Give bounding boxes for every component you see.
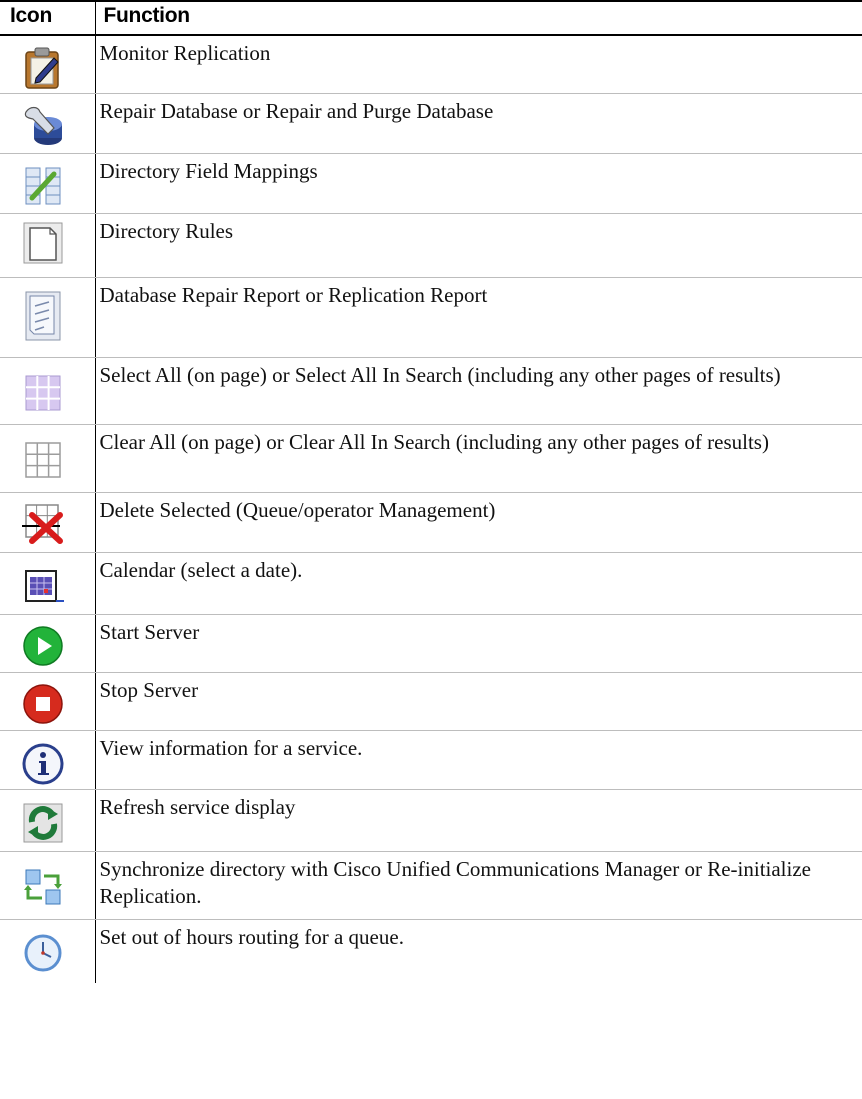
icon-function-table: Icon Function Monitor Replication Repair… (0, 0, 862, 983)
delete-grid-icon (22, 503, 63, 544)
table-row: Stop Server (0, 672, 862, 731)
table-row: Synchronize directory with Cisco Unified… (0, 851, 862, 920)
function-label: Calendar (select a date). (95, 552, 862, 615)
function-label: Directory Rules (95, 213, 862, 278)
table-header-row: Icon Function (0, 0, 862, 36)
function-label: Repair Database or Repair and Purge Data… (95, 93, 862, 154)
table-row: Delete Selected (Queue/operator Manageme… (0, 492, 862, 553)
table-row: Directory Field Mappings (0, 153, 862, 214)
column-header-icon: Icon (0, 0, 96, 36)
table-row: Directory Rules (0, 213, 862, 278)
stop-icon (23, 683, 63, 724)
table-row: Monitor Replication (0, 35, 862, 94)
function-label: Delete Selected (Queue/operator Manageme… (95, 492, 862, 553)
field-mapping-icon (25, 167, 61, 204)
table-row: Repair Database or Repair and Purge Data… (0, 93, 862, 154)
table-row: Refresh service display (0, 789, 862, 852)
function-label: View information for a service. (95, 730, 862, 790)
function-label: Database Repair Report or Replication Re… (95, 277, 862, 358)
function-label: Start Server (95, 614, 862, 673)
clock-icon (24, 934, 62, 971)
calendar-icon (25, 569, 64, 602)
wrench-database-icon (24, 106, 62, 145)
table-row: Start Server (0, 614, 862, 673)
table-row: Clear All (on page) or Clear All In Sear… (0, 424, 862, 493)
sync-icon (24, 869, 62, 904)
play-icon (23, 625, 63, 666)
function-label: Set out of hours routing for a queue. (99, 924, 404, 949)
table-row: Set out of hours routing for a queue. (0, 919, 862, 983)
function-label: Directory Field Mappings (95, 153, 862, 214)
function-label: Clear All (on page) or Clear All In Sear… (95, 424, 862, 493)
clipboard-edit-icon (25, 47, 59, 89)
function-label: Select All (on page) or Select All In Se… (95, 357, 862, 425)
function-label: Stop Server (95, 672, 862, 731)
refresh-icon (23, 803, 63, 842)
info-icon (22, 743, 64, 784)
report-document-icon (25, 291, 61, 340)
select-all-grid-icon (25, 375, 61, 410)
table-row: Database Repair Report or Replication Re… (0, 277, 862, 358)
table-row: View information for a service. (0, 730, 862, 790)
function-label: Synchronize directory with Cisco Unified… (95, 851, 862, 920)
table-row: Select All (on page) or Select All In Se… (0, 357, 862, 425)
document-page-icon (23, 222, 63, 263)
function-label: Monitor Replication (95, 35, 862, 94)
clear-all-grid-icon (25, 441, 61, 478)
function-label: Refresh service display (95, 789, 862, 852)
column-header-function: Function (95, 0, 862, 36)
table-row: Calendar (select a date). (0, 552, 862, 615)
